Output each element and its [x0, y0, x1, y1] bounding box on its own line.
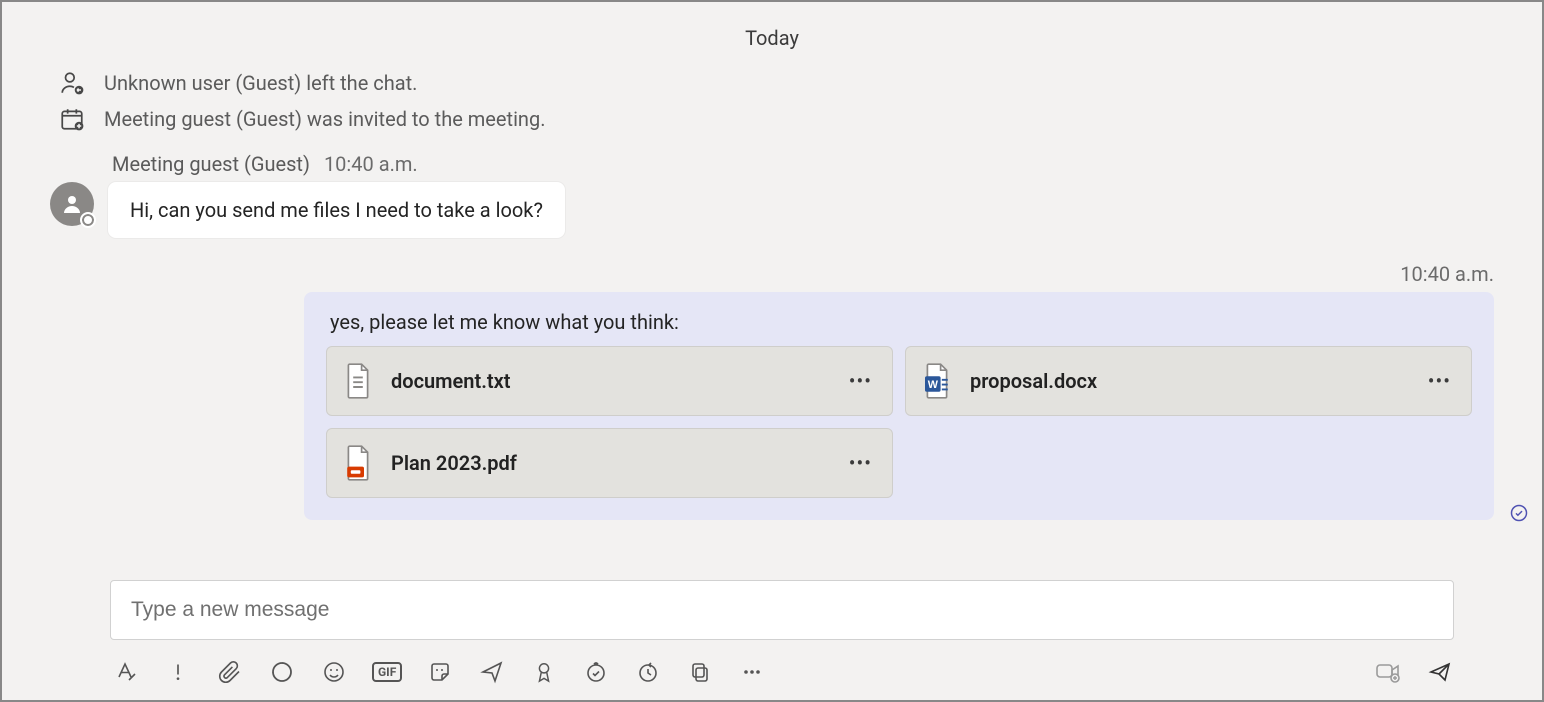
priority-button[interactable]	[164, 658, 192, 686]
avatar[interactable]	[50, 182, 94, 226]
message-text: Hi, can you send me files I need to take…	[130, 198, 543, 222]
calendar-add-icon	[58, 106, 86, 132]
system-event-invited: Meeting guest (Guest) was invited to the…	[58, 106, 1494, 132]
approvals-button[interactable]	[530, 658, 558, 686]
incoming-bubble[interactable]: Hi, can you send me files I need to take…	[108, 182, 565, 238]
updates-button[interactable]	[634, 658, 662, 686]
file-pdf-icon	[341, 445, 375, 481]
gif-button[interactable]: GIF	[372, 658, 402, 686]
file-attachment[interactable]: Plan 2023.pdf •••	[326, 428, 893, 498]
system-event-text: Meeting guest (Guest) was invited to the…	[104, 107, 545, 131]
file-name: Plan 2023.pdf	[391, 451, 827, 475]
file-more-button[interactable]: •••	[843, 447, 878, 479]
compose-toolbar: GIF	[112, 658, 1454, 686]
attach-button[interactable]	[216, 658, 244, 686]
outgoing-message: 10:40 a.m. yes, please let me know what …	[2, 262, 1542, 520]
file-name: document.txt	[391, 369, 827, 393]
system-event-text: Unknown user (Guest) left the chat.	[104, 71, 417, 95]
sticker-button[interactable]	[426, 658, 454, 686]
read-receipt-icon	[1510, 504, 1528, 526]
file-attachment[interactable]: W proposal.docx •••	[905, 346, 1472, 416]
message-text: yes, please let me know what you think:	[330, 310, 1472, 334]
message-input[interactable]	[129, 597, 1435, 623]
loop-button[interactable]	[268, 658, 296, 686]
file-docx-icon: W	[920, 363, 954, 399]
file-more-button[interactable]: •••	[843, 365, 878, 397]
viva-button[interactable]	[582, 658, 610, 686]
video-clip-button[interactable]	[1374, 658, 1402, 686]
sender-name: Meeting guest (Guest)	[112, 152, 310, 176]
more-button[interactable]	[738, 658, 766, 686]
send-button[interactable]	[1426, 658, 1454, 686]
compose-box[interactable]	[110, 580, 1454, 640]
message-time: 10:40 a.m.	[1400, 262, 1494, 286]
file-name: proposal.docx	[970, 369, 1406, 393]
file-attachment[interactable]: document.txt •••	[326, 346, 893, 416]
date-separator: Today	[50, 12, 1494, 60]
person-left-icon	[58, 70, 86, 96]
presence-indicator	[80, 212, 96, 228]
format-button[interactable]	[112, 658, 140, 686]
emoji-button[interactable]	[320, 658, 348, 686]
outgoing-bubble[interactable]: yes, please let me know what you think: …	[304, 292, 1494, 520]
system-event-left: Unknown user (Guest) left the chat.	[58, 70, 1494, 96]
share-button[interactable]	[478, 658, 506, 686]
message-time: 10:40 a.m.	[324, 152, 418, 176]
copy-button[interactable]	[686, 658, 714, 686]
file-more-button[interactable]: •••	[1422, 365, 1457, 397]
incoming-message: Meeting guest (Guest) 10:40 a.m. Hi, can…	[50, 152, 1494, 238]
svg-text:W: W	[928, 379, 939, 391]
file-txt-icon	[341, 363, 375, 399]
